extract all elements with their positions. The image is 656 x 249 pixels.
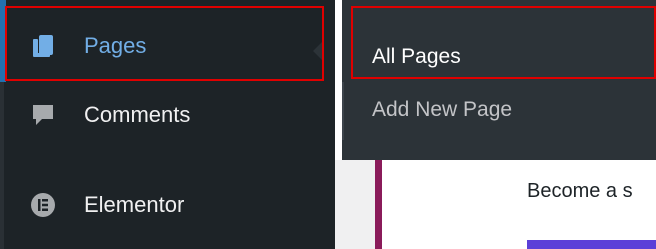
submenu-item-label: Add New Page bbox=[372, 98, 513, 121]
submenu-item-label: All Pages bbox=[372, 45, 461, 68]
elementor-icon bbox=[30, 192, 56, 218]
active-indicator bbox=[0, 0, 6, 82]
submenu-item-all-pages[interactable]: All Pages bbox=[342, 36, 656, 76]
sidebar-item-comments[interactable]: Comments bbox=[0, 92, 335, 142]
notice-card: Become a s bbox=[375, 160, 656, 249]
sidebar-item-label: Elementor bbox=[84, 192, 185, 217]
pages-submenu: All Pages Add New Page bbox=[342, 0, 656, 160]
sidebar-item-label: Comments bbox=[84, 102, 191, 127]
notice-text: Become a s bbox=[527, 180, 633, 202]
comment-icon bbox=[30, 102, 56, 128]
sidebar-item-pages[interactable]: Pages bbox=[0, 0, 335, 82]
admin-sidebar: Pages Comments Elementor bbox=[0, 0, 335, 249]
submenu-pointer bbox=[313, 42, 322, 60]
submenu-item-add-new-page[interactable]: Add New Page bbox=[342, 92, 656, 132]
sidebar-item-label: Pages bbox=[84, 33, 147, 58]
notice-button[interactable] bbox=[527, 240, 656, 249]
sidebar-item-elementor[interactable]: Elementor bbox=[0, 182, 335, 232]
pages-icon bbox=[30, 33, 56, 59]
notice-accent-bar bbox=[375, 160, 382, 249]
